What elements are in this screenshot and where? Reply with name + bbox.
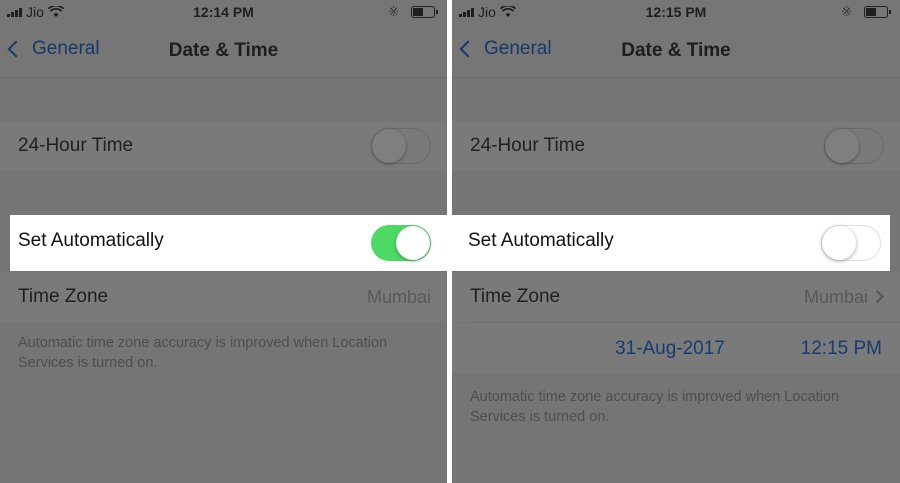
row-24-hour-time: 24-Hour Time xyxy=(452,121,900,171)
battery-icon xyxy=(864,6,891,18)
footer-note: Automatic time zone accuracy is improved… xyxy=(18,335,388,371)
row-label: Time Zone xyxy=(18,286,109,307)
set-automatically-highlight: Set Automatically Set Automatically xyxy=(10,215,890,271)
time-zone-value: Mumbai xyxy=(366,287,431,307)
navigation-bar: General Date & Time xyxy=(452,26,900,78)
status-time: 12:14 PM xyxy=(193,4,254,20)
24-hour-time-toggle[interactable] xyxy=(824,128,884,164)
row-date-time[interactable]: 31-Aug-2017 12:15 PM xyxy=(452,323,900,373)
set-automatically-toggle-right[interactable] xyxy=(821,225,881,261)
bluetooth-icon: ※ xyxy=(841,4,852,19)
date-value[interactable]: 31-Aug-2017 xyxy=(615,338,725,360)
time-value[interactable]: 12:15 PM xyxy=(801,338,882,360)
footer-note: Automatic time zone accuracy is improved… xyxy=(470,389,840,425)
set-automatically-toggle-left[interactable] xyxy=(371,225,431,261)
status-bar: Jio 12:14 PM ※ xyxy=(0,0,447,26)
status-time: 12:15 PM xyxy=(645,4,707,20)
chevron-right-icon xyxy=(871,290,884,303)
page-title: Date & Time xyxy=(621,40,731,61)
row-24-hour-time: 24-Hour Time xyxy=(0,121,447,171)
row-time-zone[interactable]: Time Zone Mumbai xyxy=(452,272,900,322)
status-bar: Jio 12:15 PM ※ xyxy=(452,0,900,26)
time-zone-value: Mumbai xyxy=(803,287,868,307)
set-automatically-label-right: Set Automatically xyxy=(468,230,614,251)
row-time-zone[interactable]: Time Zone Mumbai xyxy=(0,272,447,322)
bluetooth-icon: ※ xyxy=(388,4,399,19)
battery-icon xyxy=(411,6,438,18)
row-label: Time Zone xyxy=(470,286,561,307)
set-automatically-label-left: Set Automatically xyxy=(18,230,164,251)
row-label: 24-Hour Time xyxy=(470,135,586,156)
24-hour-time-toggle[interactable] xyxy=(371,128,431,164)
page-title: Date & Time xyxy=(168,40,279,61)
row-label: 24-Hour Time xyxy=(18,135,134,156)
navigation-bar: General Date & Time xyxy=(0,26,447,78)
